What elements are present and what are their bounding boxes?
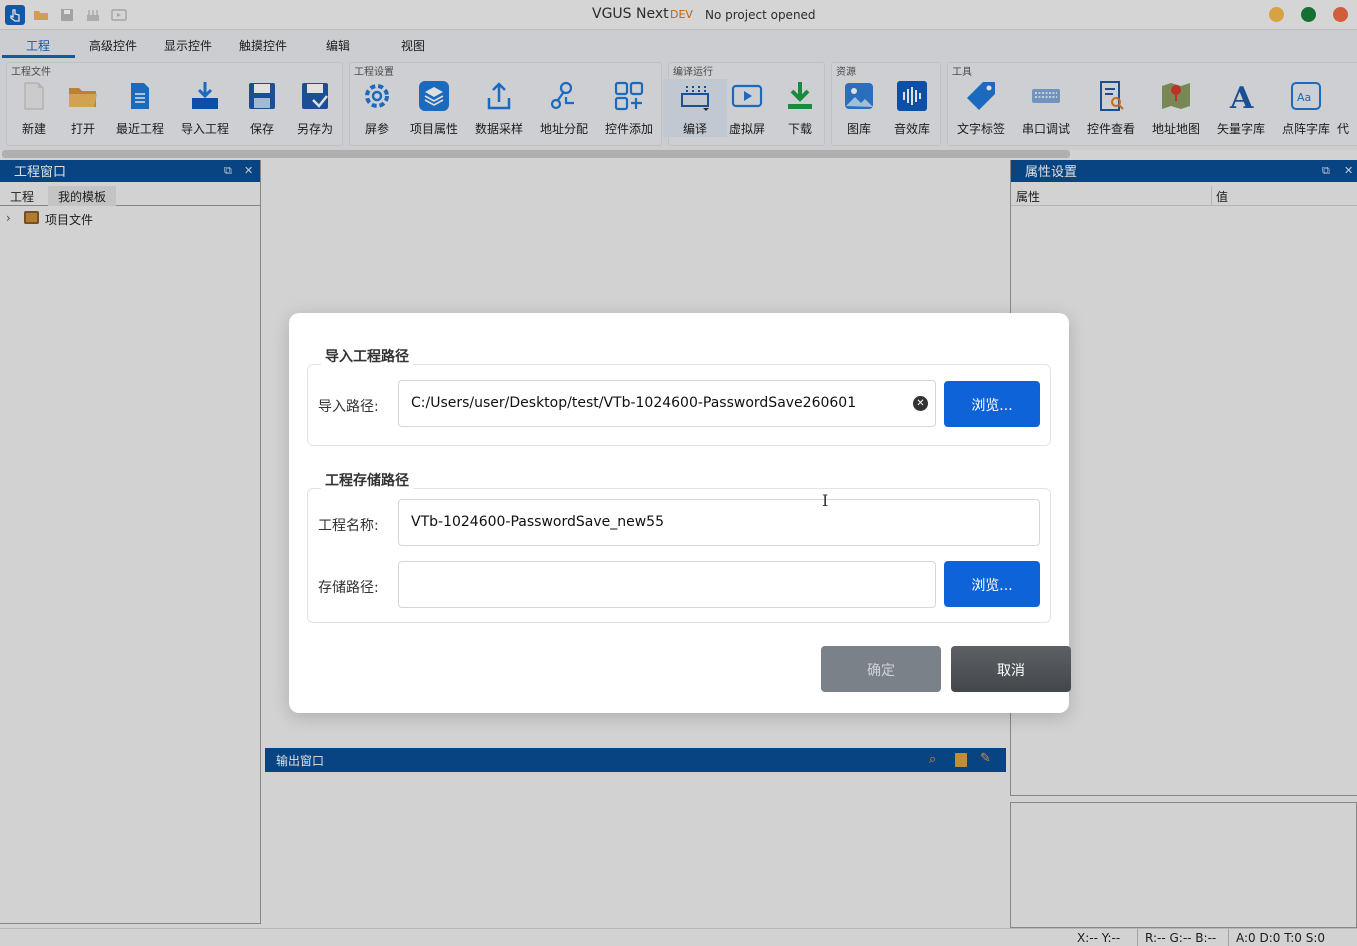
import-path-label: 导入路径: — [318, 399, 379, 415]
confirm-button[interactable]: 确定 — [821, 646, 941, 692]
import-section-legend: 导入工程路径 — [321, 346, 413, 366]
storage-section-legend: 工程存储路径 — [321, 470, 413, 490]
import-project-dialog: 导入工程路径 导入路径: C:/Users/user/Desktop/test/… — [289, 313, 1071, 713]
import-path-input[interactable]: C:/Users/user/Desktop/test/VTb-1024600-P… — [398, 380, 936, 427]
project-name-input[interactable]: VTb-1024600-PasswordSave_new55 — [398, 499, 1040, 546]
storage-path-label: 存储路径: — [318, 580, 379, 596]
project-name-label: 工程名称: — [318, 518, 379, 534]
clear-icon[interactable]: ✕ — [913, 396, 928, 411]
text-cursor-icon: I — [822, 491, 829, 510]
import-path-value: C:/Users/user/Desktop/test/VTb-1024600-P… — [411, 395, 857, 411]
storage-browse-button[interactable]: 浏览... — [944, 561, 1040, 607]
cancel-button[interactable]: 取消 — [951, 646, 1071, 692]
project-name-value: VTb-1024600-PasswordSave_new55 — [411, 514, 664, 530]
storage-path-input[interactable] — [398, 561, 936, 608]
import-browse-button[interactable]: 浏览... — [944, 381, 1040, 427]
